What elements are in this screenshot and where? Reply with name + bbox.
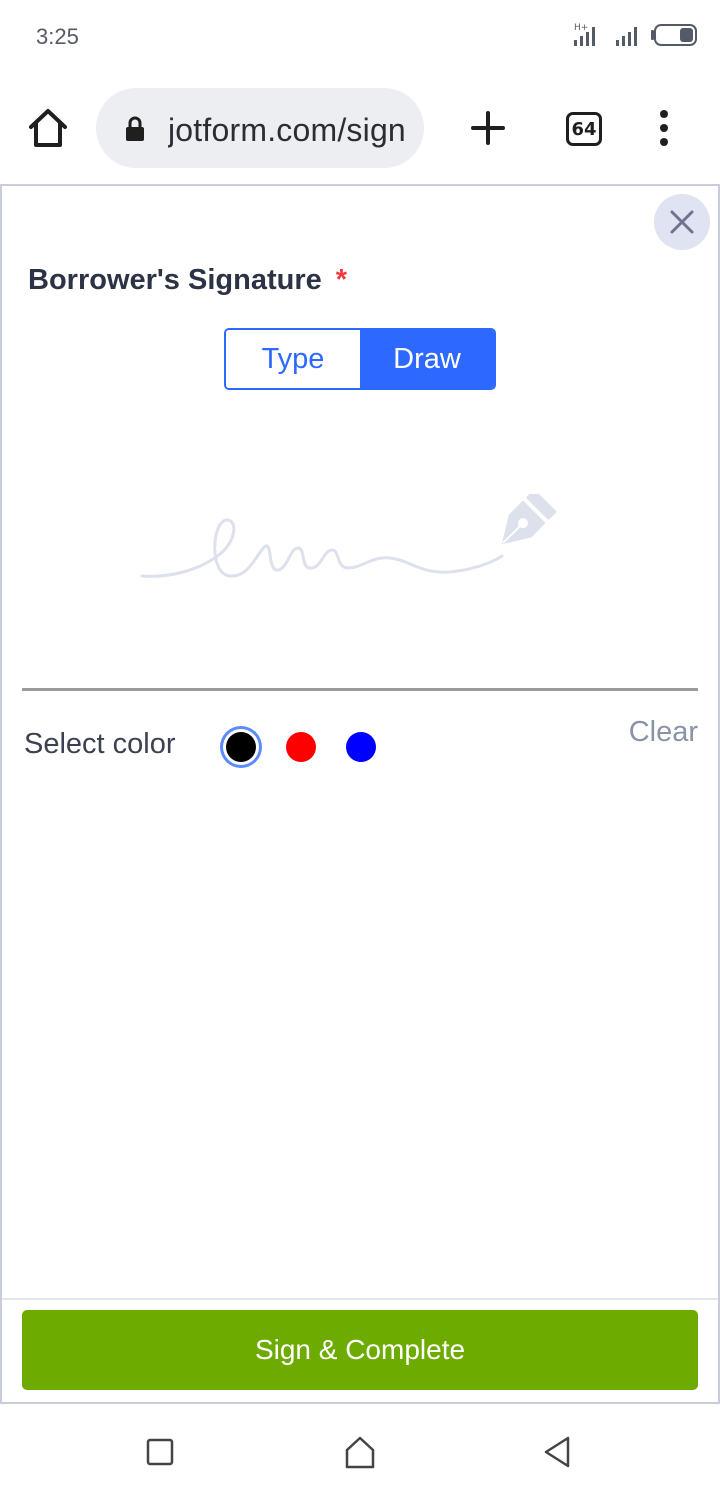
home-icon[interactable] <box>342 1434 378 1470</box>
battery-icon <box>651 24 697 46</box>
signal-icon: H+ <box>574 23 595 46</box>
network-type-label: H+ <box>574 23 588 33</box>
home-icon[interactable] <box>26 106 70 150</box>
close-button[interactable] <box>654 194 710 250</box>
status-bar: 3:25 H+ <box>0 0 720 72</box>
color-swatch-red[interactable] <box>286 732 316 762</box>
status-time: 3:25 <box>36 24 79 49</box>
tabs-icon[interactable]: 64 <box>566 112 602 146</box>
pen-nib-icon <box>501 494 557 545</box>
signal-icon <box>616 27 637 46</box>
color-swatch-black[interactable] <box>226 732 256 762</box>
more-vert-icon[interactable] <box>650 108 678 148</box>
select-color-label: Select color <box>24 728 176 760</box>
lock-icon <box>126 116 144 141</box>
required-marker: * <box>335 264 348 296</box>
browser-toolbar: jotform.com/sign 64 <box>0 80 720 176</box>
tab-draw[interactable]: Draw <box>360 330 494 388</box>
address-bar[interactable]: jotform.com/sign <box>96 88 424 168</box>
url-text: jotform.com/sign <box>168 112 406 148</box>
signature-modal: Borrower's Signature * Type Draw Select c… <box>0 184 720 1404</box>
signature-placeholder-illustration <box>140 494 557 578</box>
plus-icon[interactable] <box>466 106 510 150</box>
signature-baseline <box>22 688 698 691</box>
footer-divider <box>2 1298 718 1300</box>
sign-and-complete-button[interactable]: Sign & Complete <box>22 1310 698 1390</box>
recents-square-icon[interactable] <box>146 1438 174 1466</box>
close-icon <box>670 210 694 234</box>
field-label-text: Borrower's Signature <box>28 264 322 296</box>
signature-mode-toggle: Type Draw <box>224 328 496 390</box>
tab-count: 64 <box>571 118 597 140</box>
clear-button[interactable]: Clear <box>629 716 698 749</box>
system-nav-bar <box>0 1404 720 1500</box>
tab-type[interactable]: Type <box>226 330 360 388</box>
back-triangle-icon[interactable] <box>540 1434 576 1470</box>
color-swatch-blue[interactable] <box>346 732 376 762</box>
field-label: Borrower's Signature * <box>28 264 347 297</box>
status-icons: H+ <box>572 22 698 48</box>
signature-canvas[interactable] <box>22 416 700 692</box>
